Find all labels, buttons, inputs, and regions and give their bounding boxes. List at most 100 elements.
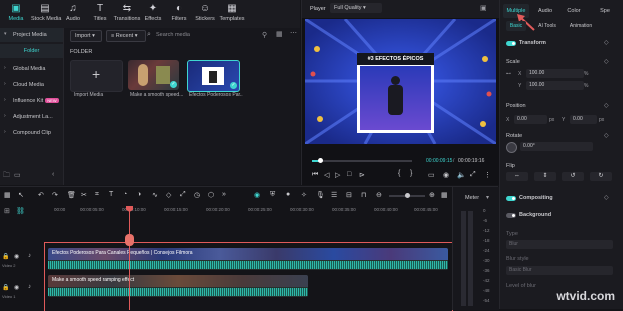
split-icon[interactable]: ⊟: [346, 191, 352, 199]
color-icon[interactable]: ◑: [137, 191, 141, 198]
add-track-icon[interactable]: ⊞: [4, 207, 10, 215]
tab-effects[interactable]: ✦ Effects: [139, 3, 167, 22]
position-y-field[interactable]: 0.00: [570, 115, 597, 124]
rotate-left-button[interactable]: ↺: [562, 172, 584, 181]
sidebar-item-compound-clip[interactable]: › Compound Clip: [0, 126, 63, 140]
text-icon[interactable]: T: [109, 191, 113, 198]
crop-icon[interactable]: ⌗: [95, 191, 99, 199]
preview-canvas[interactable]: #3 EFECTOS ÉPICOS: [305, 19, 496, 144]
render-icon[interactable]: ◉: [254, 191, 260, 199]
collapse-icon[interactable]: ‹: [52, 171, 54, 178]
subtab-basic[interactable]: Basic: [506, 21, 526, 31]
mark-in-icon[interactable]: {: [398, 170, 400, 177]
mark-out-icon[interactable]: }: [410, 170, 412, 177]
tab-filters[interactable]: ◐ Filters: [165, 3, 193, 22]
media-clip-card[interactable]: ✓: [128, 60, 179, 90]
playhead-marker[interactable]: [125, 234, 134, 246]
stop-icon[interactable]: □: [347, 171, 351, 178]
link-icon[interactable]: ⊷: [506, 71, 511, 77]
tab-audio[interactable]: ♫ Audio: [59, 3, 87, 22]
step-back-icon[interactable]: ◁: [324, 171, 329, 179]
track-lock-icon[interactable]: 🔒: [2, 253, 9, 260]
ai-icon[interactable]: ✧: [301, 191, 307, 199]
list-icon[interactable]: ☰: [331, 191, 337, 199]
cut-icon[interactable]: ✂: [81, 191, 87, 199]
magnet-icon[interactable]: ⊓: [361, 191, 366, 199]
keyframe-icon[interactable]: ◇: [604, 132, 609, 139]
new-folder-icon[interactable]: 🗀: [3, 171, 10, 182]
grid-view-icon[interactable]: ▦: [276, 30, 283, 38]
grid-icon[interactable]: ▦: [441, 191, 448, 199]
mic-icon[interactable]: 🎙: [316, 191, 325, 199]
tab-transitions[interactable]: ⇆ Transitions: [113, 3, 141, 22]
volume-icon[interactable]: 🔈: [457, 171, 466, 179]
shield-icon[interactable]: ⛨: [270, 191, 275, 199]
subtab-animation[interactable]: Animation: [566, 21, 596, 31]
tab-audio[interactable]: Audio: [533, 4, 557, 18]
zoom-slider[interactable]: [389, 193, 425, 198]
flip-vertical-button[interactable]: ⇕: [534, 172, 556, 181]
tab-titles[interactable]: T Titles: [86, 3, 114, 22]
subtab-ai-tools[interactable]: AI Tools: [536, 21, 558, 31]
video-clip-track-2[interactable]: Make a smooth speed ramping effect: [48, 275, 308, 297]
folder-icon[interactable]: ▭: [14, 171, 21, 179]
redo-icon[interactable]: ↷: [52, 191, 58, 199]
keyframe-icon[interactable]: ◇: [604, 102, 609, 109]
mask-icon[interactable]: ⬡: [208, 191, 214, 199]
track-eye-icon[interactable]: ◉: [14, 284, 19, 291]
play-icon[interactable]: ▷: [335, 171, 340, 179]
layout-icon[interactable]: ▦: [4, 191, 11, 199]
blur-style-select[interactable]: Basic Blur: [506, 266, 613, 275]
zoom-handle[interactable]: [405, 193, 410, 198]
next-frame-icon[interactable]: ⊳: [359, 171, 365, 179]
rotate-field[interactable]: 0.00°: [520, 142, 593, 151]
tab-media[interactable]: ▣ Media: [2, 3, 30, 22]
tab-color[interactable]: Color: [562, 4, 586, 18]
sidebar-item-folder[interactable]: Folder: [0, 44, 63, 58]
track-audio-icon[interactable]: ♪: [28, 284, 31, 290]
pointer-icon[interactable]: ↖: [18, 191, 24, 199]
import-media-card[interactable]: +: [70, 60, 123, 92]
scale-x-field[interactable]: 100.00: [526, 69, 584, 78]
delete-icon[interactable]: 🗑: [67, 191, 76, 199]
sort-dropdown[interactable]: ≡ Recent ▾: [106, 30, 146, 42]
position-x-field[interactable]: 0.00: [514, 115, 547, 124]
tab-stock-media[interactable]: ▤ Stock Media: [31, 3, 61, 22]
link-track-icon[interactable]: ⛓: [16, 207, 25, 215]
sidebar-item-influence-kit[interactable]: › Influence Kit NEW: [0, 94, 63, 108]
record-icon[interactable]: ●: [286, 191, 290, 198]
track-audio-icon[interactable]: ♪: [28, 253, 31, 259]
snapshot-camera-icon[interactable]: ◉: [443, 171, 449, 179]
search-input[interactable]: Search media: [156, 32, 190, 38]
settings-icon[interactable]: ⋮: [484, 171, 491, 179]
timer-icon[interactable]: ◷: [194, 191, 200, 199]
transform-toggle[interactable]: [506, 41, 516, 46]
keyframe-icon[interactable]: ◇: [166, 191, 171, 199]
compositing-toggle[interactable]: [506, 196, 516, 201]
meter-chevron-icon[interactable]: ▾: [486, 194, 489, 201]
speed-icon[interactable]: ◔: [123, 191, 127, 198]
track-lock-icon[interactable]: 🔒: [2, 284, 9, 291]
audio-wave-icon[interactable]: ∿: [152, 191, 158, 199]
filter-icon[interactable]: ⚲: [262, 31, 267, 39]
video-clip-track-1[interactable]: Efectos Poderosos Para Canales Pequeños …: [48, 248, 448, 270]
keyframe-icon[interactable]: ◇: [604, 194, 609, 201]
rotate-dial[interactable]: [506, 142, 517, 153]
import-dropdown[interactable]: Import ▾: [70, 30, 102, 42]
media-clip-card-selected[interactable]: ✓: [187, 60, 240, 92]
tab-speed[interactable]: Spe: [593, 4, 617, 18]
expand-icon[interactable]: ⤢: [180, 191, 186, 199]
track-eye-icon[interactable]: ◉: [14, 253, 19, 260]
keyframe-icon[interactable]: ◇: [604, 58, 609, 65]
rotate-right-button[interactable]: ↻: [590, 172, 612, 181]
flip-horizontal-button[interactable]: ⇔: [506, 172, 528, 181]
seek-bar[interactable]: [312, 158, 412, 163]
keyframe-icon[interactable]: ◇: [604, 39, 609, 46]
prev-frame-icon[interactable]: ⏮: [312, 171, 318, 179]
background-toggle[interactable]: [506, 213, 516, 218]
sidebar-item-global-media[interactable]: › Global Media: [0, 62, 63, 76]
more-tools-icon[interactable]: »: [222, 191, 226, 198]
type-select[interactable]: Blur: [506, 240, 613, 249]
seek-handle[interactable]: [318, 158, 323, 163]
sidebar-item-project-media[interactable]: ▾ Project Media: [0, 28, 63, 42]
